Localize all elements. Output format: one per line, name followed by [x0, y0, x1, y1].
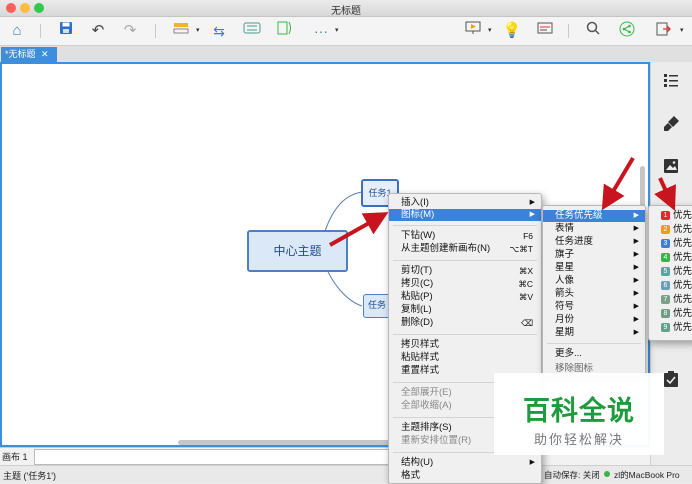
watermark-subtitle: 助你轻松解决 — [533, 432, 624, 447]
watermark: 百科全说 助你轻松解决 — [494, 373, 664, 455]
watermark-title: 百科全说 — [523, 396, 635, 426]
annotation-arrow-icon — [601, 156, 635, 211]
annotation-arrow-icon — [654, 177, 676, 211]
annotation-arrow-icon — [329, 212, 389, 247]
